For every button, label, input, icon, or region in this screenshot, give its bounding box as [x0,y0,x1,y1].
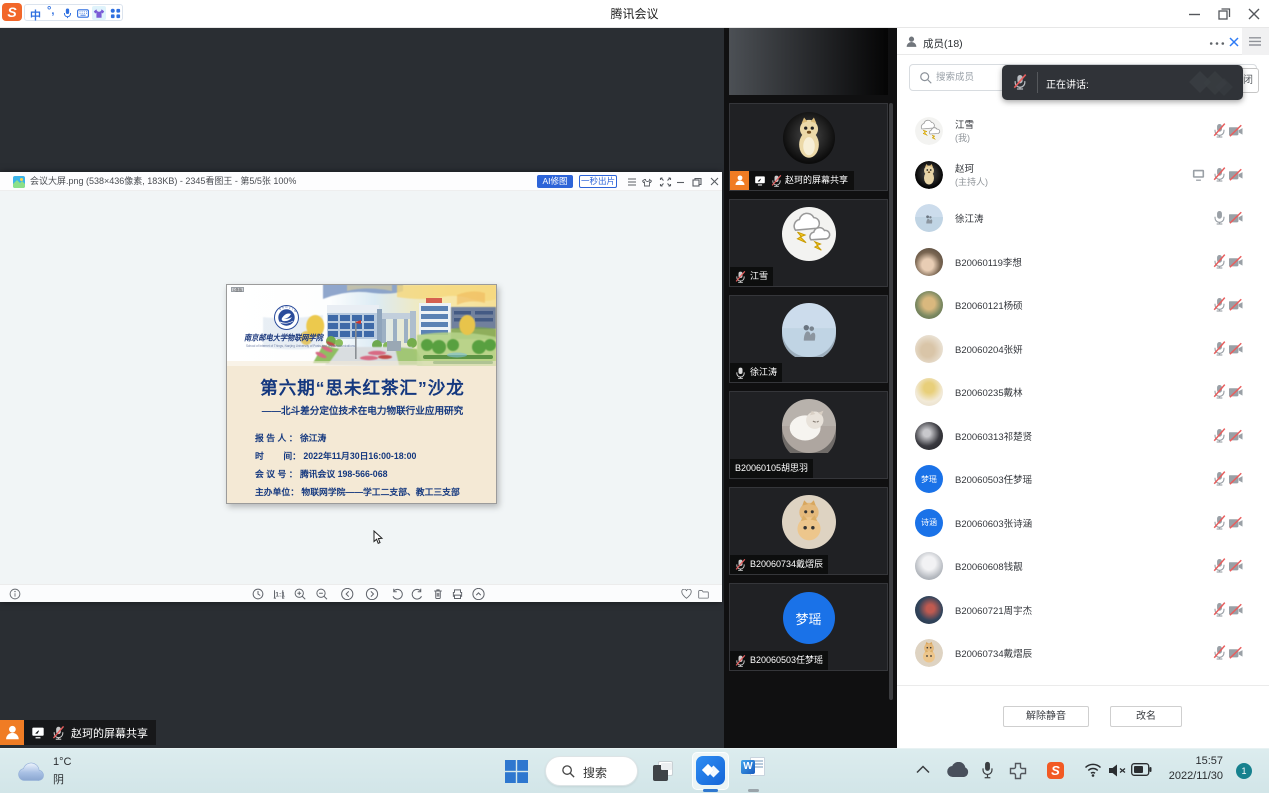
svg-text:A: A [282,306,284,310]
svg-text:N: N [286,305,288,309]
svg-text:N: N [279,307,281,311]
svg-text:N: N [294,309,296,313]
svg-text:1:1: 1:1 [275,591,285,598]
